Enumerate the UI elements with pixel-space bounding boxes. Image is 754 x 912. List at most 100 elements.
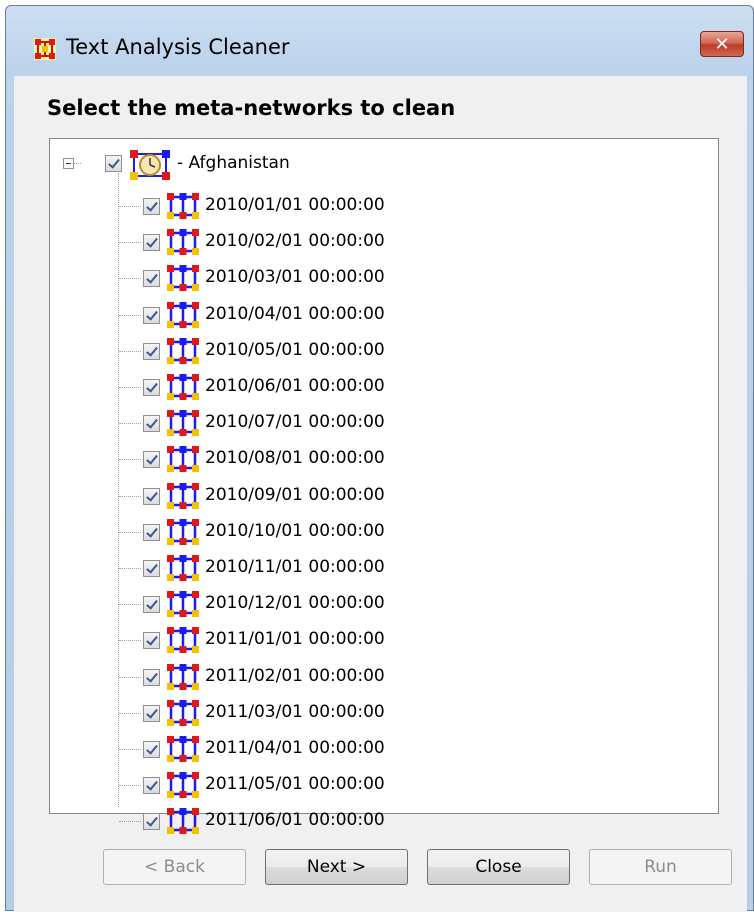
close-button[interactable]: Close: [427, 849, 570, 885]
meta-network-tree[interactable]: - Afghanistan 2010/01/01 00:00:00 2010/02…: [49, 138, 719, 834]
meta-network-icon: [167, 229, 199, 255]
tree-item[interactable]: 2011/01/01 00:00:00: [50, 625, 718, 655]
tree-item[interactable]: 2010/07/01 00:00:00: [50, 408, 718, 438]
tree-item[interactable]: 2010/05/01 00:00:00: [50, 336, 718, 366]
item-checkbox[interactable]: [143, 560, 160, 577]
item-checkbox[interactable]: [143, 415, 160, 432]
item-checkbox[interactable]: [143, 596, 160, 613]
tree-connector: [119, 677, 141, 678]
root-checkbox[interactable]: [105, 155, 122, 172]
tree-item-label[interactable]: 2010/10/01 00:00:00: [205, 521, 385, 541]
tree-item[interactable]: 2010/12/01 00:00:00: [50, 589, 718, 619]
tree-item-label[interactable]: 2011/03/01 00:00:00: [205, 702, 385, 722]
app-icon: [34, 38, 56, 60]
tree-connector: [74, 163, 81, 164]
item-checkbox[interactable]: [143, 307, 160, 324]
meta-network-icon: [167, 555, 199, 581]
close-window-button[interactable]: ✕: [700, 31, 744, 57]
tree-connector: [119, 640, 141, 641]
item-checkbox[interactable]: [143, 488, 160, 505]
tree-connector: [119, 387, 141, 388]
item-checkbox[interactable]: [143, 632, 160, 649]
item-checkbox[interactable]: [143, 705, 160, 722]
item-checkbox[interactable]: [143, 669, 160, 686]
back-button[interactable]: < Back: [103, 849, 246, 885]
item-checkbox[interactable]: [143, 270, 160, 287]
item-checkbox[interactable]: [143, 198, 160, 215]
tree-item-label[interactable]: 2010/08/01 00:00:00: [205, 448, 385, 468]
tree-item[interactable]: 2011/02/01 00:00:00: [50, 662, 718, 692]
tree-connector: [119, 604, 141, 605]
tree-connector: [119, 315, 141, 316]
item-checkbox[interactable]: [143, 524, 160, 541]
tree-connector: [119, 785, 141, 786]
item-checkbox[interactable]: [143, 379, 160, 396]
tree-item-label[interactable]: 2011/05/01 00:00:00: [205, 774, 385, 794]
tree-item-label[interactable]: 2011/02/01 00:00:00: [205, 666, 385, 686]
window-title: Text Analysis Cleaner: [66, 35, 290, 59]
tree-connector: [119, 206, 141, 207]
tree-item-label[interactable]: 2010/06/01 00:00:00: [205, 376, 385, 396]
tree-connector: [119, 713, 141, 714]
tree-item[interactable]: 2010/09/01 00:00:00: [50, 481, 718, 511]
dialog-content: Select the meta-networks to clean - Afgh…: [14, 76, 747, 912]
meta-network-icon: [167, 338, 199, 364]
tree-connector: [119, 278, 141, 279]
tree-item-label[interactable]: 2010/11/01 00:00:00: [205, 557, 385, 577]
tree-item[interactable]: 2010/10/01 00:00:00: [50, 517, 718, 547]
root-node-label[interactable]: - Afghanistan: [177, 153, 290, 173]
tree-connector: [119, 496, 141, 497]
tree-item[interactable]: 2010/06/01 00:00:00: [50, 372, 718, 402]
collapse-toggle-icon[interactable]: [63, 158, 74, 169]
tree-item-label[interactable]: 2011/04/01 00:00:00: [205, 738, 385, 758]
tree-item[interactable]: 2011/06/01 00:00:00: [50, 806, 718, 836]
tree-connector: [119, 423, 141, 424]
meta-network-icon: [167, 519, 199, 545]
meta-network-icon: [167, 736, 199, 762]
item-checkbox[interactable]: [143, 741, 160, 758]
next-button[interactable]: Next >: [265, 849, 408, 885]
tree-item-label[interactable]: 2010/09/01 00:00:00: [205, 485, 385, 505]
tree-item-label[interactable]: 2010/12/01 00:00:00: [205, 593, 385, 613]
run-button[interactable]: Run: [589, 849, 732, 885]
tree-item-label[interactable]: 2010/05/01 00:00:00: [205, 340, 385, 360]
tree-item[interactable]: 2011/04/01 00:00:00: [50, 734, 718, 764]
tree-item[interactable]: 2011/05/01 00:00:00: [50, 770, 718, 800]
dialog-window: Text Analysis Cleaner ✕ Select the meta-…: [5, 5, 754, 912]
button-bar: < Back Next > Close Run: [14, 849, 747, 889]
item-checkbox[interactable]: [143, 343, 160, 360]
meta-network-time-icon: [130, 150, 170, 180]
tree-item[interactable]: 2011/03/01 00:00:00: [50, 698, 718, 728]
meta-network-icon: [167, 302, 199, 328]
meta-network-icon: [167, 700, 199, 726]
meta-network-icon: [167, 374, 199, 400]
item-checkbox[interactable]: [143, 813, 160, 830]
tree-item[interactable]: 2010/11/01 00:00:00: [50, 553, 718, 583]
item-checkbox[interactable]: [143, 451, 160, 468]
meta-network-icon: [167, 591, 199, 617]
tree-item-label[interactable]: 2010/03/01 00:00:00: [205, 267, 385, 287]
tree-connector: [119, 821, 141, 822]
tree-item-label[interactable]: 2010/07/01 00:00:00: [205, 412, 385, 432]
item-checkbox[interactable]: [143, 234, 160, 251]
close-icon: ✕: [714, 33, 730, 55]
tree-item[interactable]: 2010/08/01 00:00:00: [50, 444, 718, 474]
tree-item[interactable]: 2010/01/01 00:00:00: [50, 191, 718, 221]
tree-item-label[interactable]: 2010/04/01 00:00:00: [205, 304, 385, 324]
tree-item[interactable]: 2010/04/01 00:00:00: [50, 300, 718, 330]
meta-network-icon: [167, 483, 199, 509]
tree-item[interactable]: 2010/03/01 00:00:00: [50, 263, 718, 293]
tree-connector: [119, 532, 141, 533]
section-heading: Select the meta-networks to clean: [47, 96, 456, 120]
tree-item-label[interactable]: 2010/02/01 00:00:00: [205, 231, 385, 251]
tree-item-label[interactable]: 2010/01/01 00:00:00: [205, 195, 385, 215]
tree-item-label[interactable]: 2011/01/01 00:00:00: [205, 629, 385, 649]
meta-network-icon: [167, 410, 199, 436]
tree-connector: [119, 242, 141, 243]
meta-network-icon: [167, 446, 199, 472]
title-bar[interactable]: Text Analysis Cleaner ✕: [6, 6, 753, 76]
item-checkbox[interactable]: [143, 777, 160, 794]
tree-item-label[interactable]: 2011/06/01 00:00:00: [205, 810, 385, 830]
tree-item[interactable]: 2010/02/01 00:00:00: [50, 227, 718, 257]
tree-connector: [119, 749, 141, 750]
